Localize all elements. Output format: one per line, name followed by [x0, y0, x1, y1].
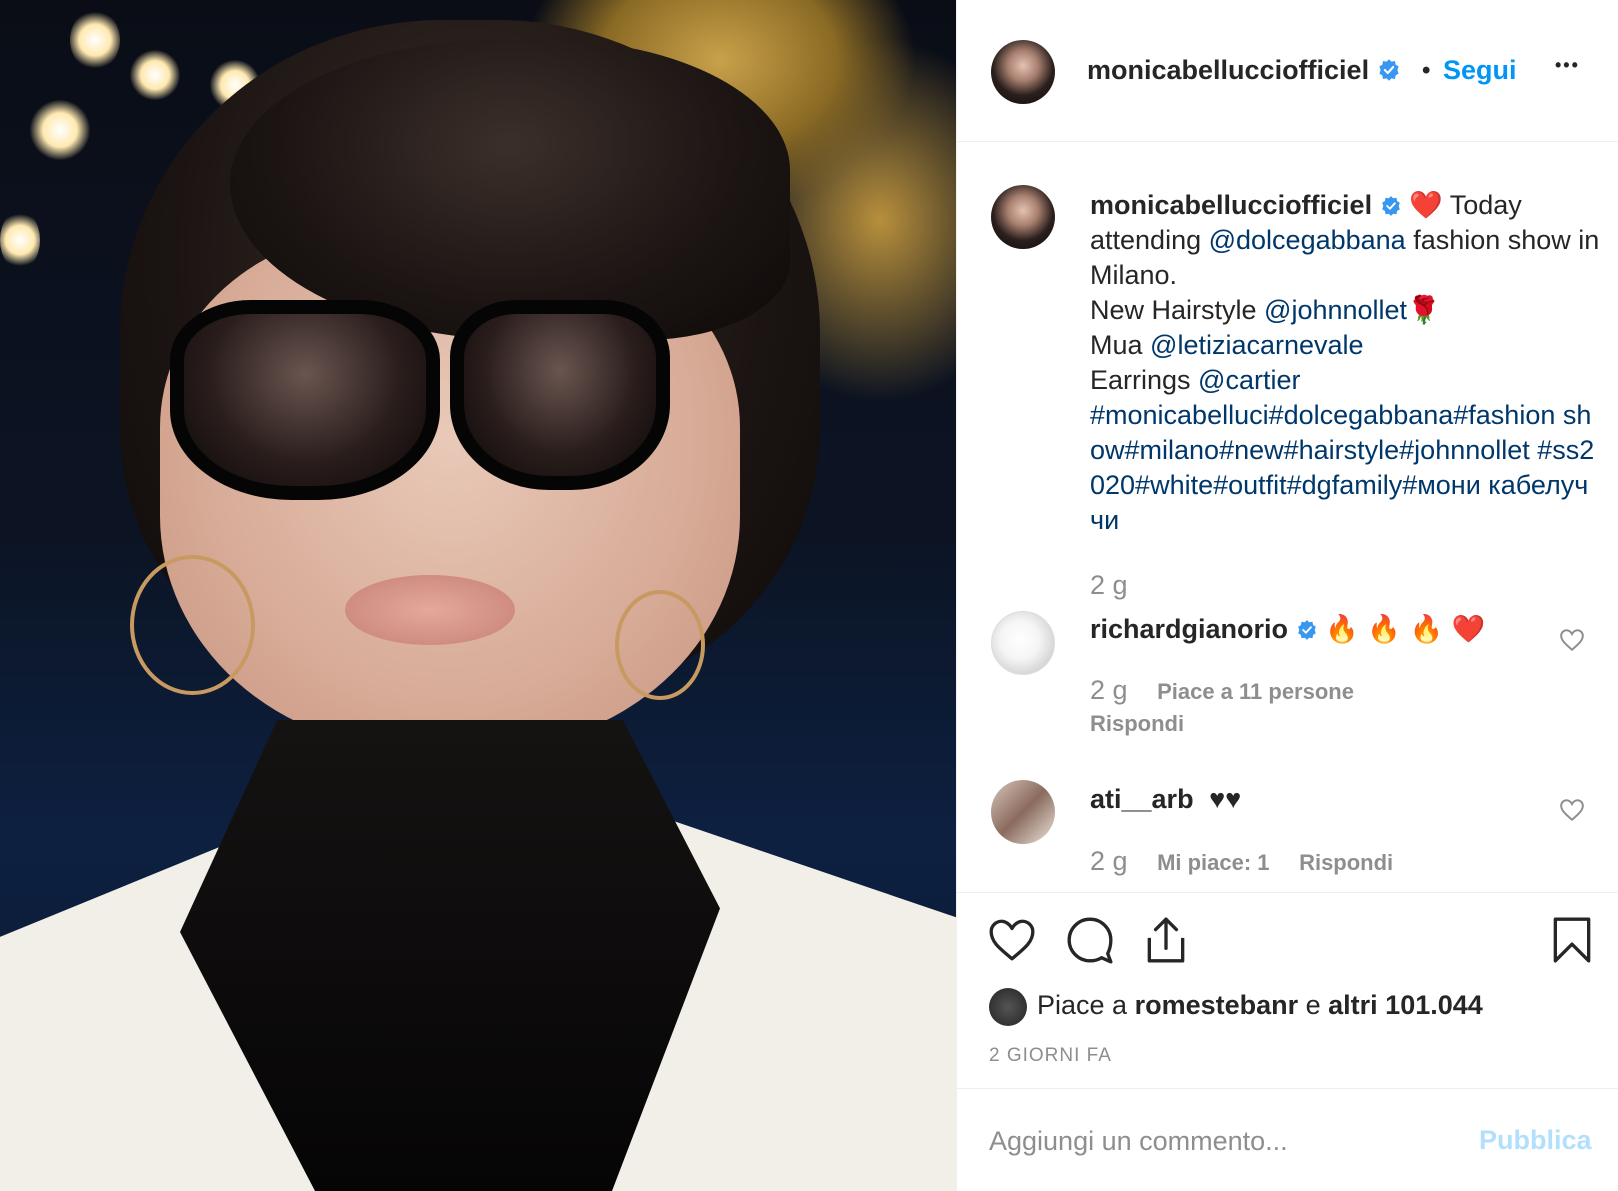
comment-likes[interactable]: Piace a 11 persone: [1157, 679, 1354, 704]
mention-link[interactable]: @johnnollet: [1264, 295, 1407, 325]
comment-meta: 2 g Mi piace: 1 Rispondi: [1090, 846, 1393, 877]
verified-badge-icon: [1297, 620, 1316, 640]
follow-button[interactable]: Segui: [1443, 55, 1517, 86]
liker-avatar[interactable]: [989, 988, 1027, 1026]
comment-username[interactable]: richardgianorio: [1090, 614, 1288, 644]
commenter-avatar[interactable]: [991, 780, 1055, 844]
rose-emoji: 🌹: [1407, 295, 1441, 326]
comment-username[interactable]: ati__arb: [1090, 784, 1194, 814]
liker-username[interactable]: romestebanr: [1135, 990, 1299, 1020]
mention-link[interactable]: @cartier: [1198, 365, 1300, 395]
bookmark-icon[interactable]: [1547, 915, 1597, 965]
post-caption: monicabellucciofficiel ❤️ Today attendin…: [1090, 188, 1600, 603]
bokeh-light: [130, 50, 180, 100]
separator-dot: •: [1422, 57, 1431, 84]
heart-icon[interactable]: [987, 915, 1037, 965]
caption-time: 2 g: [1090, 570, 1128, 600]
comment-time: 2 g: [1090, 675, 1128, 705]
lips: [345, 575, 515, 645]
verified-badge-icon: [1378, 59, 1399, 81]
comment-time: 2 g: [1090, 846, 1128, 876]
bokeh-light: [0, 210, 40, 270]
heart-emoji: ❤️: [1409, 190, 1443, 221]
bokeh-light: [70, 10, 120, 70]
share-icon[interactable]: [1141, 915, 1191, 965]
sunglasses-left-lens: [170, 300, 440, 500]
comment: richardgianorio 🔥 🔥 🔥 ❤️: [1090, 613, 1485, 645]
more-options-icon[interactable]: •••: [1555, 55, 1580, 76]
post-header: monicabellucciofficiel • Segui •••: [957, 0, 1618, 142]
caption-username[interactable]: monicabellucciofficiel: [1090, 190, 1372, 220]
comment-icon[interactable]: [1065, 915, 1115, 965]
comment-reply-button[interactable]: Rispondi: [1090, 707, 1184, 738]
sunglasses-right-lens: [450, 300, 670, 490]
comment-likes[interactable]: Mi piace: 1: [1157, 850, 1269, 875]
comments-list[interactable]: monicabellucciofficiel ❤️ Today attendin…: [957, 143, 1618, 892]
bokeh-light: [30, 100, 90, 160]
likes-summary[interactable]: Piace a romestebanr e altri 101.044: [1037, 990, 1483, 1021]
author-username[interactable]: monicabellucciofficiel: [1087, 55, 1401, 86]
like-comment-heart-icon[interactable]: [1559, 627, 1585, 653]
like-comment-heart-icon[interactable]: [1559, 797, 1585, 823]
comment-input[interactable]: [989, 1119, 1449, 1163]
commenter-avatar[interactable]: [991, 611, 1055, 675]
comment-text: ♥♥: [1209, 784, 1242, 814]
comment-reply-button[interactable]: Rispondi: [1299, 850, 1393, 875]
hashtags[interactable]: #monicabelluci#dolcegabbana#fashion show…: [1090, 400, 1594, 535]
post-date[interactable]: 2 GIORNI FA: [989, 1045, 1112, 1067]
mention-link[interactable]: @letiziacarnevale: [1150, 330, 1364, 360]
publish-button[interactable]: Pubblica: [1479, 1125, 1592, 1156]
comment-text: 🔥 🔥 🔥 ❤️: [1325, 614, 1486, 645]
comment-meta: 2 g Piace a 11 persone: [1090, 675, 1354, 706]
add-comment-bar: Pubblica: [957, 1088, 1618, 1191]
mention-link[interactable]: @dolcegabbana: [1209, 225, 1406, 255]
post-side-panel: monicabellucciofficiel • Segui ••• monic…: [956, 0, 1618, 1191]
author-avatar[interactable]: [991, 40, 1055, 104]
likes-count[interactable]: altri 101.044: [1328, 990, 1483, 1020]
comment: ati__arb ♥♥: [1090, 784, 1241, 815]
post-photo[interactable]: [0, 0, 956, 1191]
hoop-earring-right: [615, 590, 705, 700]
verified-badge-icon: [1381, 196, 1400, 216]
caption-author-avatar[interactable]: [991, 185, 1055, 249]
hoop-earring-left: [130, 555, 255, 695]
